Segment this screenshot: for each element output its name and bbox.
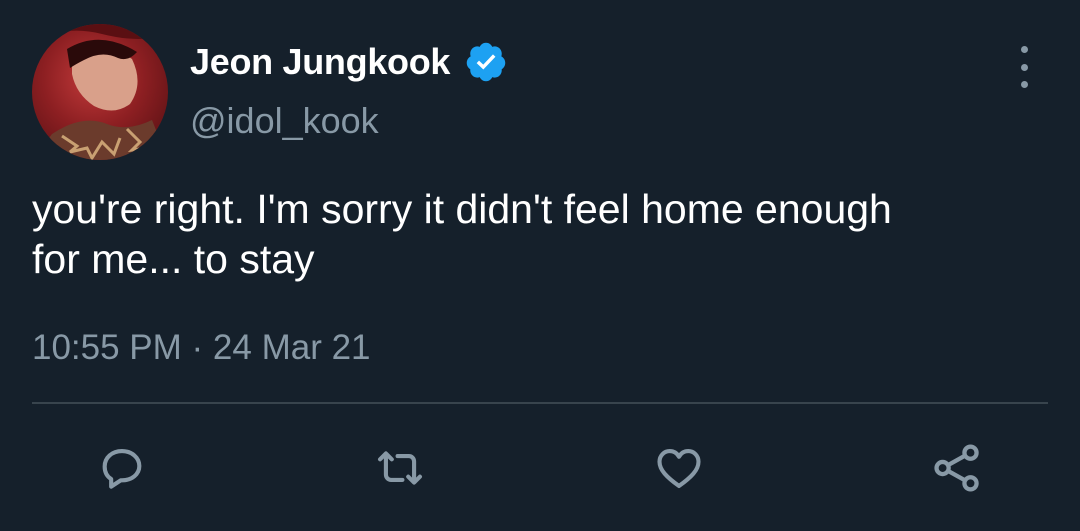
dot <box>1020 81 1028 88</box>
heart-icon <box>657 449 701 489</box>
share-icon <box>934 444 979 492</box>
more-options-icon[interactable] <box>1010 46 1038 88</box>
author-handle[interactable]: @idol_kook <box>190 100 379 142</box>
author-row: Jeon Jungkook <box>190 38 508 86</box>
meta-separator: · <box>181 328 213 367</box>
display-name[interactable]: Jeon Jungkook <box>190 41 450 83</box>
dot <box>1020 63 1028 71</box>
tweet-timestamp: 10:55 PM · 24 Mar 21 <box>32 328 371 368</box>
tweet-text: you're right. I'm sorry it didn't feel h… <box>32 186 892 282</box>
reply-icon <box>102 449 142 489</box>
tweet-date[interactable]: 24 Mar 21 <box>213 328 371 367</box>
avatar[interactable] <box>32 24 168 160</box>
dot <box>1020 46 1028 53</box>
verified-badge-icon <box>466 42 506 82</box>
tweet-time[interactable]: 10:55 PM <box>32 328 182 367</box>
divider <box>32 402 1048 404</box>
like-button[interactable] <box>647 436 711 500</box>
retweet-icon <box>378 451 422 485</box>
retweet-button[interactable] <box>368 436 432 500</box>
share-button[interactable] <box>925 436 989 500</box>
reply-button[interactable] <box>90 436 154 500</box>
